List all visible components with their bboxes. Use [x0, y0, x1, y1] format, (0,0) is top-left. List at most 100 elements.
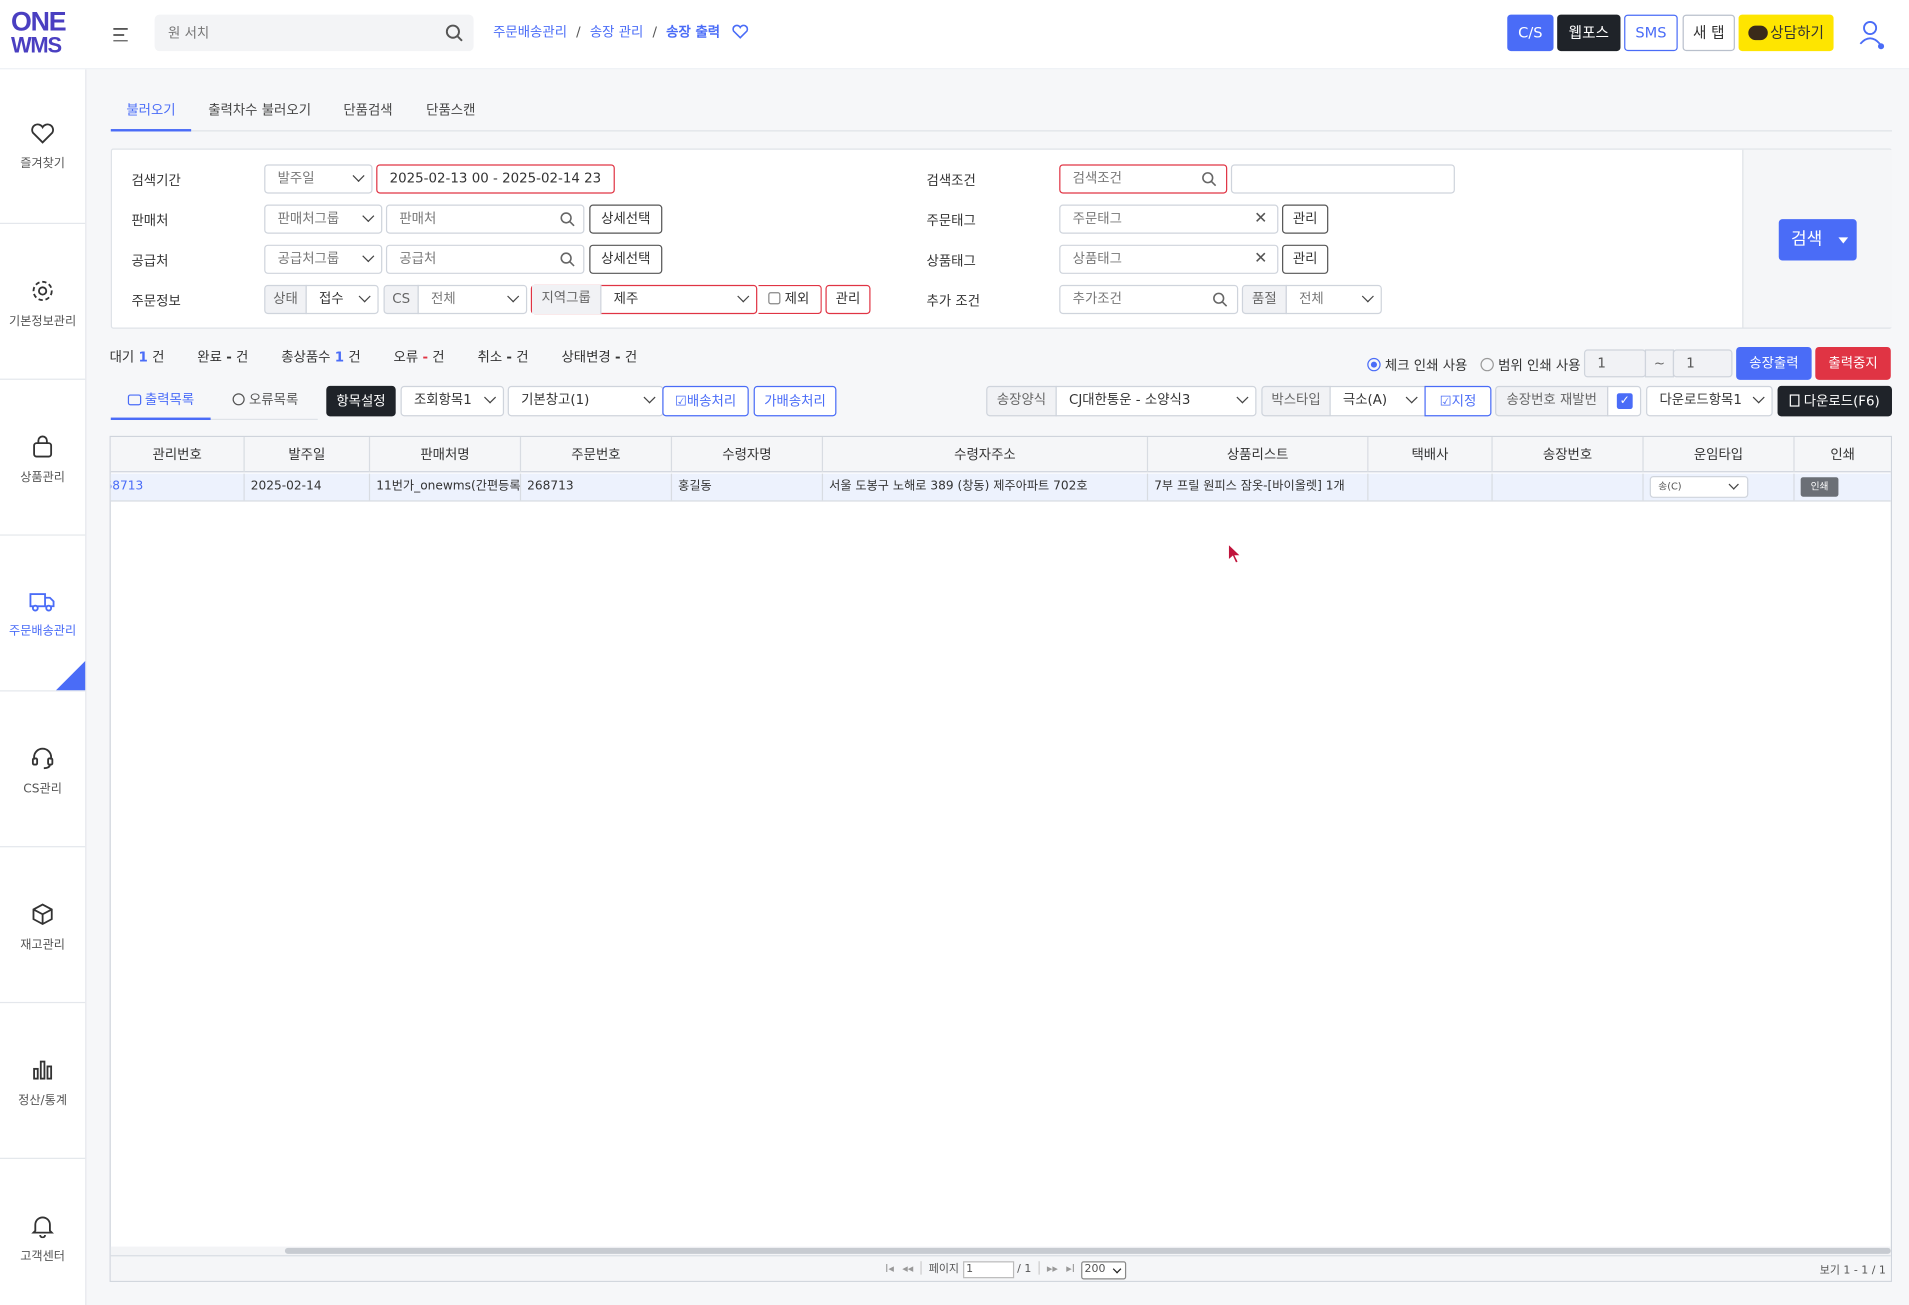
col-header-date[interactable]: 발주일	[245, 437, 371, 473]
order-tag-input[interactable]: 주문태그 ✕	[1059, 204, 1279, 234]
favorite-heart-icon[interactable]	[732, 24, 749, 39]
webforce-button[interactable]: 웹포스	[1557, 14, 1621, 52]
search-icon[interactable]	[560, 252, 575, 267]
tab-load-batch[interactable]: 출력차수 불러오기	[208, 94, 311, 132]
search-condition-input[interactable]	[1230, 164, 1455, 194]
col-header-products[interactable]: 상품리스트	[1148, 437, 1369, 473]
col-header-print[interactable]: 인쇄	[1795, 437, 1891, 472]
tab-load[interactable]: 불러오기	[110, 94, 192, 132]
sidebar-item-products[interactable]: 상품관리	[0, 381, 86, 536]
print-invoice-button[interactable]: 송장출력	[1736, 346, 1812, 380]
seller-detail-button[interactable]: 상세선택	[589, 204, 663, 234]
preship-process-button[interactable]: 가배송처리	[753, 385, 837, 417]
box-type-select[interactable]: 극소(A)	[1329, 385, 1426, 417]
region-select[interactable]: 제주	[603, 286, 758, 313]
sidebar-item-inventory[interactable]: 재고관리	[0, 849, 86, 1004]
seller-group-select[interactable]: 판매처그룹	[264, 204, 383, 234]
cancel-count[interactable]: -	[506, 349, 512, 365]
caret-down-icon[interactable]	[1838, 237, 1849, 244]
next-page-icon[interactable]: ▸▸	[1047, 1264, 1058, 1276]
fare-type-select[interactable]: 송(C)	[1649, 476, 1749, 498]
done-count[interactable]: -	[226, 349, 232, 365]
check-print-radio[interactable]	[1367, 357, 1381, 372]
period-range-input[interactable]: 2025-02-13 00 - 2025-02-14 23	[376, 164, 615, 194]
column-settings-button[interactable]: 항목설정	[326, 385, 396, 417]
product-tag-input[interactable]: 상품태그 ✕	[1059, 244, 1279, 274]
supplier-input[interactable]: 공급처	[385, 244, 585, 274]
cs-button[interactable]: C/S	[1507, 14, 1554, 52]
wait-count[interactable]: 1	[138, 349, 147, 365]
col-header-receiver[interactable]: 수령자명	[672, 437, 824, 473]
error-count[interactable]: -	[422, 349, 428, 365]
status-select[interactable]: 접수	[305, 284, 379, 315]
download-button[interactable]: 다운로드(F6)	[1777, 385, 1892, 417]
download-items-select[interactable]: 다운로드항목1	[1646, 385, 1773, 417]
exclude-checkbox[interactable]	[768, 292, 781, 305]
table-row[interactable]: 68713 2025-02-14 11번가_onewms(간편등록) 26871…	[110, 473, 1891, 502]
print-row-button[interactable]: 인쇄	[1800, 477, 1839, 497]
new-tab-button[interactable]: 새 탭	[1682, 14, 1735, 52]
scrollbar-thumb[interactable]	[284, 1247, 1891, 1254]
first-page-icon[interactable]: I◂	[885, 1264, 894, 1276]
tab-item-scan[interactable]: 단품스캔	[426, 94, 475, 132]
search-icon[interactable]	[1213, 292, 1228, 307]
supplier-group-select[interactable]: 공급처그룹	[264, 244, 383, 274]
assign-box-button[interactable]: ☑지정	[1424, 385, 1492, 417]
range-print-radio-group[interactable]: 범위 인쇄 사용	[1480, 355, 1581, 374]
view-columns-select[interactable]: 조회항목1	[400, 385, 505, 417]
menu-toggle-icon[interactable]	[113, 27, 128, 43]
warehouse-select[interactable]: 기본창고(1)	[507, 385, 664, 417]
range-from-input[interactable]: 1	[1583, 349, 1647, 378]
search-icon[interactable]	[560, 212, 575, 227]
global-search-input[interactable]	[154, 14, 423, 52]
sms-button[interactable]: SMS	[1624, 14, 1678, 52]
seller-input[interactable]: 판매처	[385, 204, 585, 234]
tab-output-list[interactable]: 출력목록	[110, 386, 211, 421]
exclude-checkbox-group[interactable]: 제외	[758, 284, 822, 315]
prev-page-icon[interactable]: ◂◂	[902, 1264, 913, 1276]
tab-item-search[interactable]: 단품검색	[343, 94, 392, 132]
region-manage-button[interactable]: 관리	[825, 284, 871, 315]
cs-select[interactable]: 전체	[417, 284, 528, 315]
sidebar-item-order-delivery[interactable]: 주문배송관리	[0, 537, 86, 692]
tab-error-list[interactable]: 오류목록	[223, 386, 308, 420]
invoice-format-select[interactable]: CJ대한통운 - 소양식3	[1055, 385, 1257, 417]
col-header-courier[interactable]: 택배사	[1368, 437, 1493, 473]
last-page-icon[interactable]: ▸I	[1066, 1264, 1075, 1276]
sidebar-item-settlement[interactable]: 정산/통계	[0, 1004, 86, 1159]
sidebar-item-favorites[interactable]: 즐겨찾기	[0, 69, 86, 225]
user-avatar-icon[interactable]	[1858, 19, 1885, 50]
range-print-radio[interactable]	[1480, 357, 1494, 372]
sidebar-item-cs[interactable]: CS관리	[0, 693, 86, 848]
col-header-seller[interactable]: 판매처명	[370, 437, 522, 473]
search-icon[interactable]	[445, 24, 463, 42]
soldout-select[interactable]: 전체	[1285, 284, 1382, 315]
col-header-invoice[interactable]: 송장번호	[1493, 437, 1644, 473]
sidebar-item-basic-info[interactable]: 기본정보관리	[0, 225, 86, 380]
supplier-detail-button[interactable]: 상세선택	[589, 244, 663, 274]
horizontal-scrollbar[interactable]	[110, 1246, 1891, 1256]
reissue-checkbox[interactable]: ✓	[1607, 385, 1642, 417]
check-print-radio-group[interactable]: 체크 인쇄 사용	[1367, 355, 1467, 374]
page-input[interactable]: 1	[962, 1261, 1014, 1279]
stop-print-button[interactable]: 출력중지	[1815, 346, 1891, 380]
clear-icon[interactable]: ✕	[1254, 206, 1267, 233]
product-tag-manage-button[interactable]: 관리	[1282, 244, 1329, 274]
clear-icon[interactable]: ✕	[1254, 246, 1267, 273]
search-icon[interactable]	[1202, 172, 1217, 187]
app-logo[interactable]: ONE WMS	[11, 8, 72, 60]
col-header-fare[interactable]: 운임타입	[1644, 437, 1795, 473]
col-header-address[interactable]: 수령자주소	[823, 437, 1149, 473]
col-header-order-no[interactable]: 주문번호	[521, 437, 673, 473]
search-condition-select[interactable]: 검색조건	[1059, 164, 1228, 194]
extra-condition-input[interactable]: 추가조건	[1059, 284, 1239, 315]
col-header-id[interactable]: 관리번호	[111, 437, 245, 473]
search-button[interactable]: 검색	[1778, 219, 1857, 261]
order-tag-manage-button[interactable]: 관리	[1282, 204, 1329, 234]
range-to-input[interactable]: 1	[1672, 349, 1733, 378]
cell-id[interactable]: 68713	[111, 473, 245, 501]
sidebar-item-customer-center[interactable]: 고객센터	[0, 1160, 85, 1305]
change-count[interactable]: -	[615, 349, 621, 365]
ship-process-button[interactable]: ☑배송처리	[662, 385, 749, 417]
breadcrumb-item-order[interactable]: 주문배송관리	[493, 24, 567, 40]
